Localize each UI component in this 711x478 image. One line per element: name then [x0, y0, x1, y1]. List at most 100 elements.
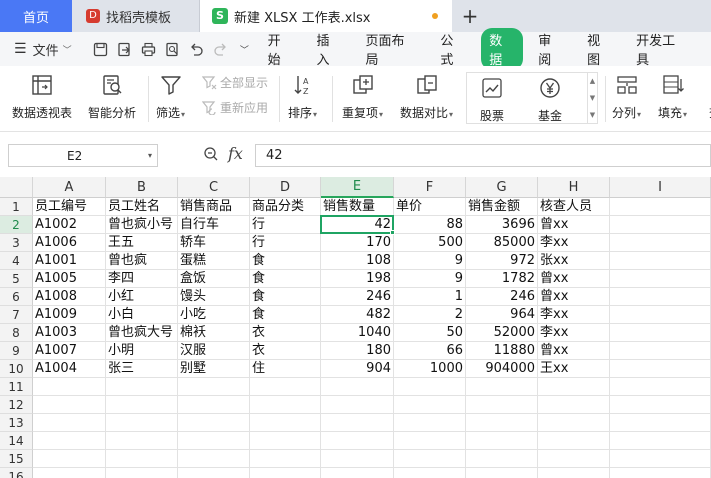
active-cell-outline[interactable] — [320, 215, 394, 234]
print-preview-icon[interactable] — [164, 41, 181, 58]
save-icon[interactable] — [92, 41, 109, 58]
cell-a14[interactable] — [33, 432, 106, 450]
cell-i8[interactable] — [610, 324, 711, 342]
row-header-14[interactable]: 14 — [0, 432, 33, 450]
row-header-4[interactable]: 4 — [0, 252, 33, 270]
cell-d11[interactable] — [250, 378, 321, 396]
cell-c7[interactable]: 小吃 — [178, 306, 250, 324]
tab-template-store[interactable]: D 找稻壳模板 — [72, 0, 200, 32]
cell-d9[interactable]: 衣 — [250, 342, 321, 360]
cell-h5[interactable]: 曾xx — [538, 270, 610, 288]
cell-d12[interactable] — [250, 396, 321, 414]
cell-e4[interactable]: 108 — [321, 252, 394, 270]
cell-a6[interactable]: A1008 — [33, 288, 106, 306]
cell-g4[interactable]: 972 — [466, 252, 538, 270]
cell-c14[interactable] — [178, 432, 250, 450]
cell-b7[interactable]: 小白 — [106, 306, 178, 324]
cell-h9[interactable]: 曾xx — [538, 342, 610, 360]
cell-f7[interactable]: 2 — [394, 306, 466, 324]
cell-i9[interactable] — [610, 342, 711, 360]
gallery-scroll[interactable]: ▲ ▼ ▼ — [587, 73, 597, 123]
cell-e3[interactable]: 170 — [321, 234, 394, 252]
cell-i2[interactable] — [610, 216, 711, 234]
cell-a2[interactable]: A1002 — [33, 216, 106, 234]
row-header-8[interactable]: 8 — [0, 324, 33, 342]
select-all-corner[interactable] — [0, 177, 33, 198]
cell-i12[interactable] — [610, 396, 711, 414]
cell-i1[interactable] — [610, 198, 711, 216]
menu-tab-page-layout[interactable]: 页面布局 — [365, 30, 417, 68]
column-header-e[interactable]: E — [321, 177, 394, 198]
cell-b13[interactable] — [106, 414, 178, 432]
menu-tab-formulas[interactable]: 公式 — [440, 30, 466, 68]
reapply-button[interactable]: 重新应用 — [201, 99, 268, 116]
column-header-i[interactable]: I — [610, 177, 711, 198]
cell-f3[interactable]: 500 — [394, 234, 466, 252]
cell-f2[interactable]: 88 — [394, 216, 466, 234]
cell-a7[interactable]: A1009 — [33, 306, 106, 324]
pivot-table-button[interactable]: 数据透视表 — [12, 72, 72, 121]
cell-e10[interactable]: 904 — [321, 360, 394, 378]
cell-h14[interactable] — [538, 432, 610, 450]
cell-b10[interactable]: 张三 — [106, 360, 178, 378]
find-button[interactable]: 查 — [702, 72, 711, 121]
menu-tab-start[interactable]: 开始 — [268, 30, 294, 68]
cell-i13[interactable] — [610, 414, 711, 432]
cell-c13[interactable] — [178, 414, 250, 432]
cell-g10[interactable]: 904000 — [466, 360, 538, 378]
cell-d5[interactable]: 食 — [250, 270, 321, 288]
cell-e12[interactable] — [321, 396, 394, 414]
cell-b3[interactable]: 王五 — [106, 234, 178, 252]
cell-f8[interactable]: 50 — [394, 324, 466, 342]
column-header-f[interactable]: F — [394, 177, 466, 198]
cell-b2[interactable]: 曾也疯小号 — [106, 216, 178, 234]
cell-b4[interactable]: 曾也疯 — [106, 252, 178, 270]
cell-a8[interactable]: A1003 — [33, 324, 106, 342]
cell-f5[interactable]: 9 — [394, 270, 466, 288]
cell-f6[interactable]: 1 — [394, 288, 466, 306]
cell-f16[interactable] — [394, 468, 466, 478]
name-box[interactable]: E2 ▾ — [8, 144, 158, 167]
row-header-6[interactable]: 6 — [0, 288, 33, 306]
cell-d15[interactable] — [250, 450, 321, 468]
cell-b15[interactable] — [106, 450, 178, 468]
cell-c12[interactable] — [178, 396, 250, 414]
cell-h6[interactable]: 曾xx — [538, 288, 610, 306]
sort-button[interactable]: AZ 排序▾ — [288, 72, 317, 121]
cell-g7[interactable]: 964 — [466, 306, 538, 324]
cell-a13[interactable] — [33, 414, 106, 432]
formula-input[interactable]: 42 — [255, 144, 711, 167]
cell-f9[interactable]: 66 — [394, 342, 466, 360]
cell-d14[interactable] — [250, 432, 321, 450]
column-header-b[interactable]: B — [106, 177, 178, 198]
cell-f10[interactable]: 1000 — [394, 360, 466, 378]
cell-c1[interactable]: 销售商品 — [178, 198, 250, 216]
cell-a3[interactable]: A1006 — [33, 234, 106, 252]
row-header-10[interactable]: 10 — [0, 360, 33, 378]
cell-i7[interactable] — [610, 306, 711, 324]
cell-h2[interactable]: 曾xx — [538, 216, 610, 234]
split-columns-button[interactable]: 分列▾ — [612, 72, 641, 121]
cell-d7[interactable]: 食 — [250, 306, 321, 324]
cell-h15[interactable] — [538, 450, 610, 468]
cell-b6[interactable]: 小红 — [106, 288, 178, 306]
cell-c11[interactable] — [178, 378, 250, 396]
redo-icon[interactable] — [212, 41, 229, 58]
cell-g14[interactable] — [466, 432, 538, 450]
cell-c10[interactable]: 别墅 — [178, 360, 250, 378]
cell-b1[interactable]: 员工姓名 — [106, 198, 178, 216]
cell-b16[interactable] — [106, 468, 178, 478]
cell-a9[interactable]: A1007 — [33, 342, 106, 360]
cell-g6[interactable]: 246 — [466, 288, 538, 306]
cell-e16[interactable] — [321, 468, 394, 478]
cell-c15[interactable] — [178, 450, 250, 468]
fund-button[interactable]: 基金 — [537, 75, 563, 124]
menu-tab-view[interactable]: 视图 — [587, 30, 613, 68]
spreadsheet-grid[interactable]: A B C D E F G H I 1 员工编号 员工姓名 销售商品 商品分类 销售数量 单价 销售金额 核查人员… — [0, 177, 711, 478]
row-header-7[interactable]: 7 — [0, 306, 33, 324]
cell-i15[interactable] — [610, 450, 711, 468]
column-header-h[interactable]: H — [538, 177, 610, 198]
cell-f15[interactable] — [394, 450, 466, 468]
cell-h11[interactable] — [538, 378, 610, 396]
cell-h7[interactable]: 李xx — [538, 306, 610, 324]
